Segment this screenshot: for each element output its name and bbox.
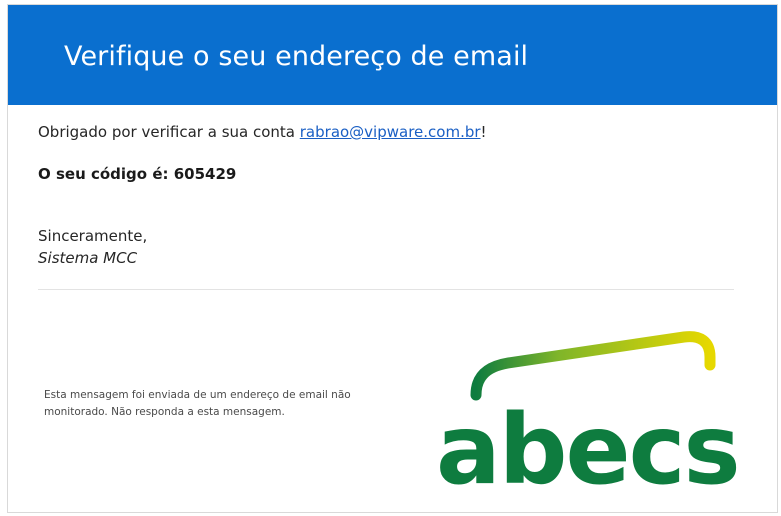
email-link[interactable]: rabrao@vipware.com.br xyxy=(300,123,481,141)
signoff: Sinceramente, xyxy=(38,227,148,245)
header-title: Verifique o seu endereço de email xyxy=(64,41,529,72)
logo-text: abecs xyxy=(436,394,739,497)
abecs-logo: abecs xyxy=(436,331,741,497)
email-card: Verifique o seu endereço de email Obriga… xyxy=(7,4,778,513)
footer-note: Esta mensagem foi enviada de um endereço… xyxy=(44,389,351,418)
thanks-line: Obrigado por verificar a sua conta rabra… xyxy=(38,123,487,141)
thanks-prefix: Obrigado por verificar a sua conta xyxy=(38,123,300,141)
verification-code: O seu código é: 605429 xyxy=(38,165,237,183)
logo-arc xyxy=(470,331,716,401)
header-banner: Verifique o seu endereço de email xyxy=(8,5,777,105)
signature: Sistema MCC xyxy=(38,249,138,267)
thanks-suffix: ! xyxy=(480,123,487,141)
divider xyxy=(38,289,734,290)
